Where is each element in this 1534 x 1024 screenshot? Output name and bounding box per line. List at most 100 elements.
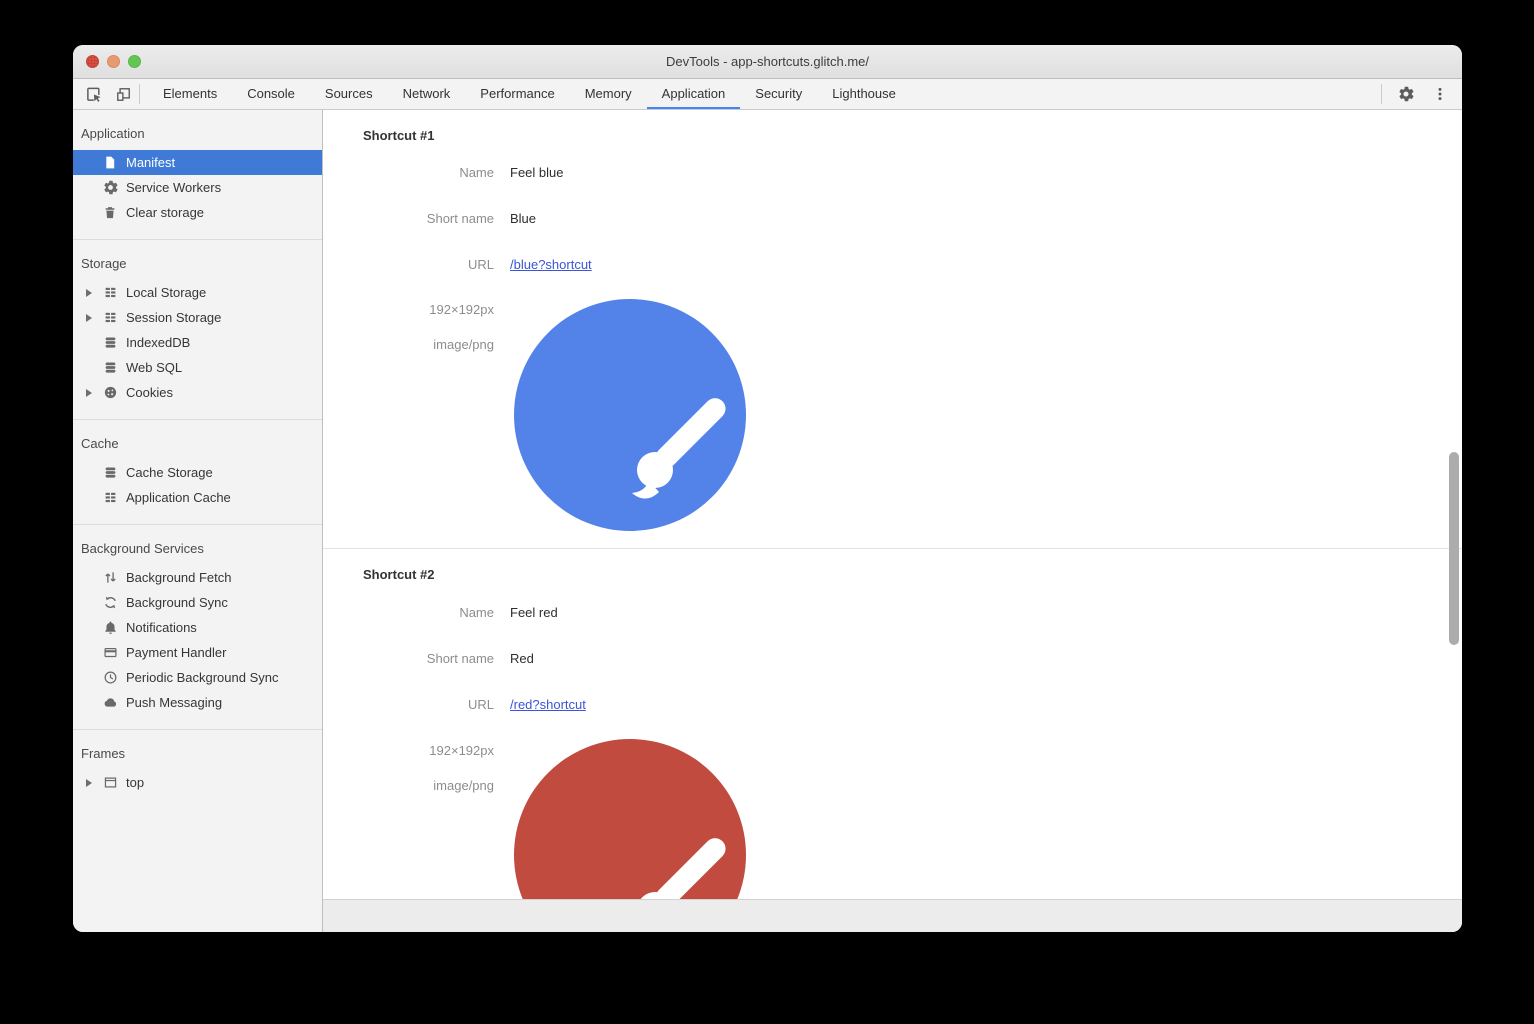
sidebar-item-indexeddb[interactable]: IndexedDB (73, 330, 322, 355)
up-down-arrows-icon (102, 570, 118, 586)
shortcut-icon-blue (514, 299, 746, 531)
sidebar-item-local-storage[interactable]: Local Storage (73, 280, 322, 305)
sidebar-item-push-messaging[interactable]: Push Messaging (73, 690, 322, 715)
sidebar-item-web-sql[interactable]: Web SQL (73, 355, 322, 380)
shortcut-title: Shortcut #2 (363, 567, 435, 582)
expand-triangle-icon[interactable] (86, 314, 95, 322)
field-label-name: Name (323, 605, 494, 620)
field-value-name: Feel blue (510, 165, 563, 180)
expand-triangle-icon[interactable] (86, 289, 95, 297)
sidebar-section-storage: Storage Local Storage Session Stora (73, 239, 322, 419)
section-header: Background Services (73, 538, 322, 565)
shortcut-icon-red (514, 739, 746, 899)
section-header: Cache (73, 433, 322, 460)
sidebar-item-cookies[interactable]: Cookies (73, 380, 322, 405)
cloud-icon (102, 695, 118, 711)
close-window-button[interactable] (86, 55, 99, 68)
sidebar-section-application: Application Manifest (73, 110, 322, 239)
sidebar-item-clear-storage[interactable]: Clear storage (73, 200, 322, 225)
expand-triangle-icon[interactable] (86, 389, 95, 397)
sidebar-item-session-storage[interactable]: Session Storage (73, 305, 322, 330)
sidebar-item-background-sync[interactable]: Background Sync (73, 590, 322, 615)
tab-elements[interactable]: Elements (148, 79, 232, 109)
shortcut-1-section: Shortcut #1 Name Feel blue Short name Bl… (323, 110, 1462, 549)
field-label-url: URL (323, 697, 494, 712)
kebab-menu-icon[interactable] (1430, 84, 1450, 104)
sidebar-item-background-fetch[interactable]: Background Fetch (73, 565, 322, 590)
cookie-icon (102, 385, 118, 401)
tab-network[interactable]: Network (388, 79, 466, 109)
sidebar-item-notifications[interactable]: Notifications (73, 615, 322, 640)
expand-triangle-icon[interactable] (86, 779, 95, 787)
table-icon (102, 310, 118, 326)
sidebar-item-frame-top[interactable]: top (73, 770, 322, 795)
title-bar: DevTools - app-shortcuts.glitch.me/ (73, 45, 1462, 79)
application-sidebar: Application Manifest (73, 110, 323, 932)
sidebar-item-manifest[interactable]: Manifest (73, 150, 322, 175)
section-header: Application (73, 123, 322, 150)
sidebar-section-frames: Frames top (73, 729, 322, 809)
sidebar-section-background-services: Background Services Background Fetch (73, 524, 322, 729)
sidebar-item-cache-storage[interactable]: Cache Storage (73, 460, 322, 485)
document-icon (102, 155, 118, 171)
field-value-short-name: Red (510, 651, 534, 666)
field-value-name: Feel red (510, 605, 558, 620)
tab-performance[interactable]: Performance (465, 79, 569, 109)
manifest-scroll-area: Shortcut #1 Name Feel blue Short name Bl… (323, 110, 1462, 899)
screenshot-stage: DevTools - app-shortcuts.glitch.me/ (0, 0, 1534, 1024)
field-label-short-name: Short name (323, 651, 494, 666)
section-header: Storage (73, 253, 322, 280)
bell-icon (102, 620, 118, 636)
window-controls (86, 45, 141, 78)
tab-memory[interactable]: Memory (570, 79, 647, 109)
credit-card-icon (102, 645, 118, 661)
toggle-device-toolbar-icon[interactable] (113, 84, 133, 104)
clock-icon (102, 670, 118, 686)
field-label-url: URL (323, 257, 494, 272)
paintbrush-icon (514, 739, 746, 899)
tab-security[interactable]: Security (740, 79, 817, 109)
icon-mime-label: image/png (323, 337, 494, 352)
section-header: Frames (73, 743, 322, 770)
window-title: DevTools - app-shortcuts.glitch.me/ (666, 54, 869, 69)
shortcut-title: Shortcut #1 (363, 128, 435, 143)
sync-icon (102, 595, 118, 611)
icon-size-label: 192×192px (323, 743, 494, 758)
shortcut-2-section: Shortcut #2 Name Feel red Short name Red… (323, 549, 1462, 899)
devtools-toolbar: Elements Console Sources Network Perform… (73, 79, 1462, 110)
zoom-window-button[interactable] (128, 55, 141, 68)
tab-sources[interactable]: Sources (310, 79, 388, 109)
frame-icon (102, 775, 118, 791)
sidebar-section-cache: Cache Cache Storage Application Cac (73, 419, 322, 524)
settings-gear-icon[interactable] (1396, 84, 1416, 104)
sidebar-item-service-workers[interactable]: Service Workers (73, 175, 322, 200)
sidebar-item-payment-handler[interactable]: Payment Handler (73, 640, 322, 665)
shortcut-url-link[interactable]: /blue?shortcut (510, 257, 592, 272)
database-icon (102, 335, 118, 351)
table-icon (102, 490, 118, 506)
database-icon (102, 465, 118, 481)
devtools-window: DevTools - app-shortcuts.glitch.me/ (73, 45, 1462, 932)
icon-size-label: 192×192px (323, 302, 494, 317)
panel-tabs: Elements Console Sources Network Perform… (148, 79, 911, 109)
inspect-element-icon[interactable] (83, 84, 103, 104)
field-label-short-name: Short name (323, 211, 494, 226)
bottom-drawer-strip (323, 899, 1462, 932)
paintbrush-icon (514, 299, 746, 531)
minimize-window-button[interactable] (107, 55, 120, 68)
field-label-name: Name (323, 165, 494, 180)
tab-application[interactable]: Application (647, 79, 741, 109)
toolbar-separator (1381, 84, 1382, 104)
sidebar-item-periodic-background-sync[interactable]: Periodic Background Sync (73, 665, 322, 690)
sidebar-item-application-cache[interactable]: Application Cache (73, 485, 322, 510)
vertical-scrollbar-thumb[interactable] (1449, 452, 1459, 645)
manifest-pane: Shortcut #1 Name Feel blue Short name Bl… (323, 110, 1462, 932)
toolbar-separator (139, 84, 140, 104)
trash-icon (102, 205, 118, 221)
table-icon (102, 285, 118, 301)
tab-lighthouse[interactable]: Lighthouse (817, 79, 911, 109)
shortcut-url-link[interactable]: /red?shortcut (510, 697, 586, 712)
database-icon (102, 360, 118, 376)
gear-icon (102, 180, 118, 196)
tab-console[interactable]: Console (232, 79, 310, 109)
